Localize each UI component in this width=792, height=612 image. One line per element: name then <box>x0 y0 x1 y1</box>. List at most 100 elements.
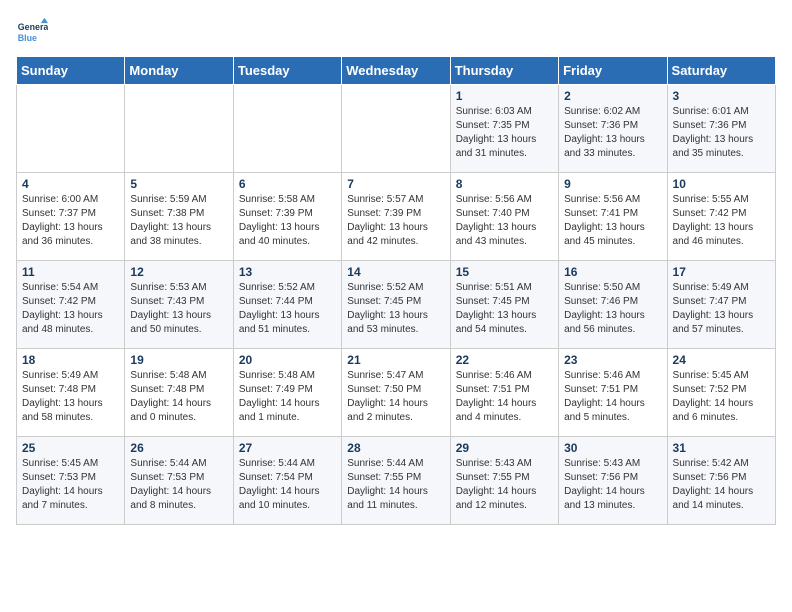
calendar-cell-w3d1: 19 Sunrise: 5:48 AM Sunset: 7:48 PM Dayli… <box>125 349 233 437</box>
cell-content: Sunrise: 5:57 AM Sunset: 7:39 PM Dayligh… <box>347 193 444 249</box>
cell-content: Sunrise: 6:03 AM Sunset: 7:35 PM Dayligh… <box>456 105 553 161</box>
calendar-cell-w4d0: 25Sunrise: 5:45 AM Sunset: 7:53 PM Dayli… <box>17 437 125 525</box>
calendar-cell-w1d3: 7 Sunrise: 5:57 AM Sunset: 7:39 PM Daylig… <box>342 173 450 261</box>
calendar-cell-w0d1 <box>125 85 233 173</box>
calendar-cell-w4d6: 31 Sunrise: 5:42 AM Sunset: 7:56 PM Dayli… <box>667 437 775 525</box>
cell-content: Sunrise: 5:48 AM Sunset: 7:48 PM Dayligh… <box>130 369 227 425</box>
cell-content: Sunrise: 5:42 AM Sunset: 7:56 PM Dayligh… <box>673 457 770 513</box>
day-number: 4 <box>22 177 119 191</box>
day-number: 27 <box>239 441 336 455</box>
cell-content: Sunrise: 5:52 AM Sunset: 7:45 PM Dayligh… <box>347 281 444 337</box>
svg-text:Blue: Blue <box>18 33 37 43</box>
cell-content: Sunrise: 5:52 AM Sunset: 7:44 PM Dayligh… <box>239 281 336 337</box>
calendar-cell-w0d0 <box>17 85 125 173</box>
calendar-cell-w4d1: 26Sunrise: 5:44 AM Sunset: 7:53 PM Dayli… <box>125 437 233 525</box>
col-header-tuesday: Tuesday <box>233 57 341 85</box>
calendar-cell-w4d2: 27 Sunrise: 5:44 AM Sunset: 7:54 PM Dayli… <box>233 437 341 525</box>
logo-icon: General Blue <box>16 16 48 48</box>
calendar-cell-w1d0: 4 Sunrise: 6:00 AM Sunset: 7:37 PM Daylig… <box>17 173 125 261</box>
calendar-cell-w3d6: 24 Sunrise: 5:45 AM Sunset: 7:52 PM Dayli… <box>667 349 775 437</box>
cell-content: Sunrise: 5:49 AM Sunset: 7:48 PM Dayligh… <box>22 369 119 425</box>
day-number: 24 <box>673 353 770 367</box>
cell-content: Sunrise: 5:45 AM Sunset: 7:52 PM Dayligh… <box>673 369 770 425</box>
day-number: 31 <box>673 441 770 455</box>
day-number: 19 <box>130 353 227 367</box>
cell-content: Sunrise: 5:49 AM Sunset: 7:47 PM Dayligh… <box>673 281 770 337</box>
cell-content: Sunrise: 5:51 AM Sunset: 7:45 PM Dayligh… <box>456 281 553 337</box>
day-number: 14 <box>347 265 444 279</box>
day-number: 22 <box>456 353 553 367</box>
cell-content: Sunrise: 5:46 AM Sunset: 7:51 PM Dayligh… <box>456 369 553 425</box>
cell-content: Sunrise: 5:44 AM Sunset: 7:55 PM Dayligh… <box>347 457 444 513</box>
calendar-table: SundayMondayTuesdayWednesdayThursdayFrid… <box>16 56 776 525</box>
calendar-cell-w2d6: 17 Sunrise: 5:49 AM Sunset: 7:47 PM Dayli… <box>667 261 775 349</box>
calendar-cell-w2d5: 16 Sunrise: 5:50 AM Sunset: 7:46 PM Dayli… <box>559 261 667 349</box>
day-number: 29 <box>456 441 553 455</box>
calendar-cell-w3d5: 23 Sunrise: 5:46 AM Sunset: 7:51 PM Dayli… <box>559 349 667 437</box>
calendar-cell-w3d4: 22 Sunrise: 5:46 AM Sunset: 7:51 PM Dayli… <box>450 349 558 437</box>
logo: General Blue <box>16 16 48 48</box>
calendar-cell-w1d2: 6 Sunrise: 5:58 AM Sunset: 7:39 PM Daylig… <box>233 173 341 261</box>
day-number: 3 <box>673 89 770 103</box>
cell-content: Sunrise: 5:53 AM Sunset: 7:43 PM Dayligh… <box>130 281 227 337</box>
day-number: 16 <box>564 265 661 279</box>
cell-content: Sunrise: 5:54 AM Sunset: 7:42 PM Dayligh… <box>22 281 119 337</box>
day-number: 20 <box>239 353 336 367</box>
cell-content: Sunrise: 5:59 AM Sunset: 7:38 PM Dayligh… <box>130 193 227 249</box>
day-number: 15 <box>456 265 553 279</box>
day-number: 8 <box>456 177 553 191</box>
calendar-cell-w1d6: 10Sunrise: 5:55 AM Sunset: 7:42 PM Dayli… <box>667 173 775 261</box>
day-number: 17 <box>673 265 770 279</box>
cell-content: Sunrise: 5:48 AM Sunset: 7:49 PM Dayligh… <box>239 369 336 425</box>
cell-content: Sunrise: 6:00 AM Sunset: 7:37 PM Dayligh… <box>22 193 119 249</box>
day-number: 2 <box>564 89 661 103</box>
calendar-cell-w2d3: 14 Sunrise: 5:52 AM Sunset: 7:45 PM Dayli… <box>342 261 450 349</box>
calendar-cell-w0d5: 2 Sunrise: 6:02 AM Sunset: 7:36 PM Daylig… <box>559 85 667 173</box>
col-header-friday: Friday <box>559 57 667 85</box>
cell-content: Sunrise: 6:01 AM Sunset: 7:36 PM Dayligh… <box>673 105 770 161</box>
calendar-cell-w2d2: 13 Sunrise: 5:52 AM Sunset: 7:44 PM Dayli… <box>233 261 341 349</box>
cell-content: Sunrise: 5:58 AM Sunset: 7:39 PM Dayligh… <box>239 193 336 249</box>
calendar-cell-w4d3: 28 Sunrise: 5:44 AM Sunset: 7:55 PM Dayli… <box>342 437 450 525</box>
col-header-wednesday: Wednesday <box>342 57 450 85</box>
calendar-cell-w2d4: 15 Sunrise: 5:51 AM Sunset: 7:45 PM Dayli… <box>450 261 558 349</box>
day-number: 23 <box>564 353 661 367</box>
day-number: 18 <box>22 353 119 367</box>
calendar-cell-w3d3: 21 Sunrise: 5:47 AM Sunset: 7:50 PM Dayli… <box>342 349 450 437</box>
cell-content: Sunrise: 5:43 AM Sunset: 7:56 PM Dayligh… <box>564 457 661 513</box>
calendar-cell-w3d2: 20 Sunrise: 5:48 AM Sunset: 7:49 PM Dayli… <box>233 349 341 437</box>
day-number: 6 <box>239 177 336 191</box>
calendar-cell-w2d1: 12Sunrise: 5:53 AM Sunset: 7:43 PM Dayli… <box>125 261 233 349</box>
calendar-cell-w4d4: 29 Sunrise: 5:43 AM Sunset: 7:55 PM Dayli… <box>450 437 558 525</box>
day-number: 13 <box>239 265 336 279</box>
col-header-saturday: Saturday <box>667 57 775 85</box>
day-number: 26 <box>130 441 227 455</box>
day-number: 7 <box>347 177 444 191</box>
calendar-cell-w1d5: 9 Sunrise: 5:56 AM Sunset: 7:41 PM Daylig… <box>559 173 667 261</box>
col-header-thursday: Thursday <box>450 57 558 85</box>
cell-content: Sunrise: 5:56 AM Sunset: 7:41 PM Dayligh… <box>564 193 661 249</box>
cell-content: Sunrise: 5:44 AM Sunset: 7:54 PM Dayligh… <box>239 457 336 513</box>
cell-content: Sunrise: 5:43 AM Sunset: 7:55 PM Dayligh… <box>456 457 553 513</box>
day-number: 11 <box>22 265 119 279</box>
calendar-cell-w0d6: 3 Sunrise: 6:01 AM Sunset: 7:36 PM Daylig… <box>667 85 775 173</box>
day-number: 10 <box>673 177 770 191</box>
page-header: General Blue <box>16 16 776 48</box>
day-number: 1 <box>456 89 553 103</box>
calendar-cell-w1d1: 5 Sunrise: 5:59 AM Sunset: 7:38 PM Daylig… <box>125 173 233 261</box>
day-number: 9 <box>564 177 661 191</box>
day-number: 5 <box>130 177 227 191</box>
cell-content: Sunrise: 5:47 AM Sunset: 7:50 PM Dayligh… <box>347 369 444 425</box>
svg-text:General: General <box>18 22 48 32</box>
cell-content: Sunrise: 5:50 AM Sunset: 7:46 PM Dayligh… <box>564 281 661 337</box>
cell-content: Sunrise: 6:02 AM Sunset: 7:36 PM Dayligh… <box>564 105 661 161</box>
day-number: 30 <box>564 441 661 455</box>
cell-content: Sunrise: 5:46 AM Sunset: 7:51 PM Dayligh… <box>564 369 661 425</box>
day-number: 21 <box>347 353 444 367</box>
day-number: 25 <box>22 441 119 455</box>
calendar-cell-w3d0: 18 Sunrise: 5:49 AM Sunset: 7:48 PM Dayli… <box>17 349 125 437</box>
day-number: 28 <box>347 441 444 455</box>
col-header-monday: Monday <box>125 57 233 85</box>
calendar-cell-w0d2 <box>233 85 341 173</box>
calendar-cell-w2d0: 11 Sunrise: 5:54 AM Sunset: 7:42 PM Dayli… <box>17 261 125 349</box>
